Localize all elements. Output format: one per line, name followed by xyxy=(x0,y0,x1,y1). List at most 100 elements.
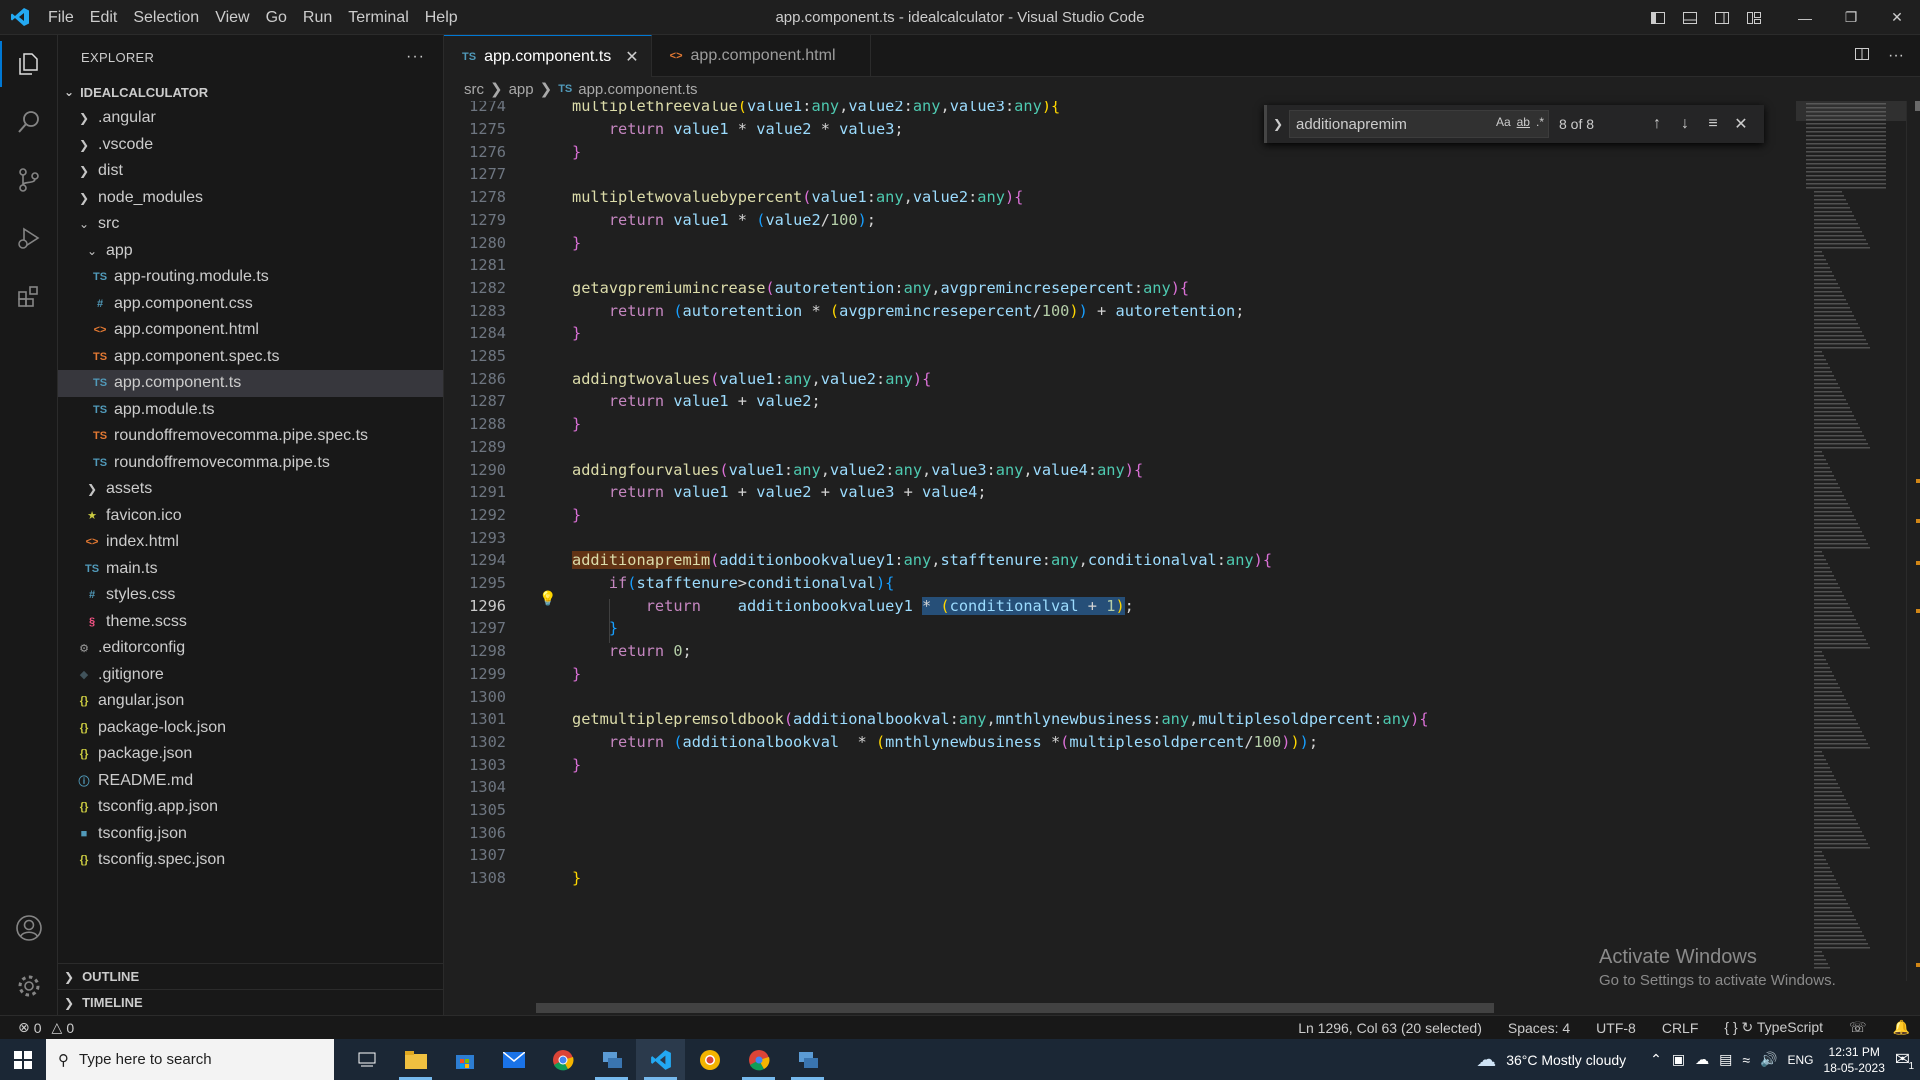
tree-item[interactable]: ❯ .angular xyxy=(58,105,443,132)
breadcrumb-src[interactable]: src xyxy=(464,81,484,98)
windows-start-icon[interactable] xyxy=(0,1039,46,1080)
microsoft-store-icon[interactable] xyxy=(440,1039,489,1080)
tree-item[interactable]: TS app-routing.module.ts xyxy=(58,264,443,291)
close-find-icon[interactable]: ✕ xyxy=(1727,114,1755,134)
find-in-selection-icon[interactable]: ≡ xyxy=(1699,115,1727,133)
tree-item[interactable]: TS app.module.ts xyxy=(58,397,443,424)
tree-item[interactable]: {} tsconfig.app.json xyxy=(58,794,443,821)
tree-item[interactable]: TS main.ts xyxy=(58,556,443,583)
weather-cloud-icon[interactable]: ☁ xyxy=(1476,1047,1496,1072)
horizontal-scrollbar[interactable] xyxy=(536,1003,1494,1013)
tree-item[interactable]: {} package.json xyxy=(58,741,443,768)
tree-item[interactable]: <> index.html xyxy=(58,529,443,556)
minimize-icon[interactable]: — xyxy=(1782,0,1828,35)
tree-item[interactable]: ◆ .gitignore xyxy=(58,662,443,689)
breadcrumb-file[interactable]: app.component.ts xyxy=(578,81,697,98)
split-editor-icon[interactable] xyxy=(1854,46,1870,67)
chrome-icon[interactable] xyxy=(538,1039,587,1080)
menu-selection[interactable]: Selection xyxy=(125,0,207,35)
menu-help[interactable]: Help xyxy=(417,0,466,35)
run-debug-icon[interactable] xyxy=(0,209,58,267)
encoding[interactable]: UTF-8 xyxy=(1596,1020,1636,1036)
use-regex-icon[interactable]: .* xyxy=(1536,115,1544,129)
vertical-scrollbar[interactable] xyxy=(1906,101,1920,985)
manage-gear-icon[interactable] xyxy=(0,957,58,1015)
tree-item[interactable]: {} angular.json xyxy=(58,688,443,715)
notifications-bell-icon[interactable]: 🔔 xyxy=(1893,1019,1910,1036)
display-icon[interactable]: ▤ xyxy=(1719,1051,1732,1068)
cursor-position[interactable]: Ln 1296, Col 63 (20 selected) xyxy=(1298,1020,1482,1036)
chrome-profile-icon[interactable] xyxy=(734,1039,783,1080)
tree-item[interactable]: ⓘ README.md xyxy=(58,768,443,795)
remote-app-2-icon[interactable] xyxy=(783,1039,832,1080)
problems-status[interactable]: ⊗ 0 △ 0 xyxy=(0,1019,74,1036)
previous-match-icon[interactable]: ↑ xyxy=(1643,115,1671,133)
tree-item[interactable]: {} package-lock.json xyxy=(58,715,443,742)
tree-item[interactable]: ⌄ src xyxy=(58,211,443,238)
mail-icon[interactable] xyxy=(489,1039,538,1080)
outline-section[interactable]: ❯ OUTLINE xyxy=(58,963,444,989)
chrome-alt-icon[interactable] xyxy=(685,1039,734,1080)
tree-item[interactable]: # styles.css xyxy=(58,582,443,609)
onedrive-icon[interactable]: ☁ xyxy=(1695,1051,1709,1068)
tab-app-component-ts[interactable]: TS app.component.ts ✕ xyxy=(444,35,652,77)
editor-more-icon[interactable]: ··· xyxy=(1888,47,1904,65)
meet-icon[interactable]: ▣ xyxy=(1672,1051,1685,1068)
tree-item[interactable]: # app.component.css xyxy=(58,291,443,318)
menu-edit[interactable]: Edit xyxy=(82,0,126,35)
match-whole-word-icon[interactable]: ab xyxy=(1517,115,1530,129)
toggle-replace-icon[interactable]: ❯ xyxy=(1267,117,1289,131)
more-actions-icon[interactable]: ··· xyxy=(406,48,425,66)
volume-icon[interactable]: 🔊 xyxy=(1760,1051,1777,1068)
close-window-icon[interactable]: ✕ xyxy=(1874,0,1920,35)
menu-view[interactable]: View xyxy=(207,0,257,35)
tree-item[interactable]: ❯ assets xyxy=(58,476,443,503)
tree-item[interactable]: ■ tsconfig.json xyxy=(58,821,443,848)
toggle-panel-icon[interactable] xyxy=(1674,0,1706,35)
breadcrumb-app[interactable]: app xyxy=(509,81,534,98)
toggle-secondary-sidebar-icon[interactable] xyxy=(1706,0,1738,35)
tree-item[interactable]: <> app.component.html xyxy=(58,317,443,344)
tree-item[interactable]: ❯ node_modules xyxy=(58,185,443,212)
close-tab-icon[interactable]: ✕ xyxy=(625,47,638,67)
tree-item[interactable]: TS app.component.ts xyxy=(58,370,443,397)
tree-item[interactable]: § theme.scss xyxy=(58,609,443,636)
tree-item[interactable]: ★ favicon.ico xyxy=(58,503,443,530)
end-of-line[interactable]: CRLF xyxy=(1662,1020,1699,1036)
tree-item[interactable]: {} tsconfig.spec.json xyxy=(58,847,443,874)
code-editor[interactable]: 💡 1274 multiplethreevalue(value1:any,valu… xyxy=(444,101,1784,991)
tree-item[interactable]: TS roundoffremovecomma.pipe.spec.ts xyxy=(58,423,443,450)
tree-item[interactable]: ⌄ app xyxy=(58,238,443,265)
wifi-icon[interactable]: ≈ xyxy=(1742,1052,1750,1068)
explorer-icon[interactable] xyxy=(0,35,58,93)
file-explorer-icon[interactable] xyxy=(391,1039,440,1080)
taskbar-search-box[interactable]: ⚲ Type here to search xyxy=(46,1039,334,1080)
feedback-icon[interactable]: ☏ xyxy=(1849,1019,1867,1036)
tree-item[interactable]: ⚙ .editorconfig xyxy=(58,635,443,662)
chevron-up-icon[interactable]: ⌃ xyxy=(1650,1051,1662,1068)
extensions-icon[interactable] xyxy=(0,267,58,325)
tree-item[interactable]: ❯ dist xyxy=(58,158,443,185)
find-input[interactable]: additionapremim Aa ab .* xyxy=(1289,110,1549,138)
vscode-taskbar-icon[interactable] xyxy=(636,1039,685,1080)
tree-item[interactable]: TS roundoffremovecomma.pipe.ts xyxy=(58,450,443,477)
tree-item[interactable]: TS app.component.spec.ts xyxy=(58,344,443,371)
workspace-root[interactable]: ⌄ IDEALCALCULATOR xyxy=(58,79,443,105)
language-indicator[interactable]: ENG xyxy=(1788,1053,1814,1067)
accounts-icon[interactable] xyxy=(0,899,58,957)
remote-app-icon[interactable] xyxy=(587,1039,636,1080)
indentation[interactable]: Spaces: 4 xyxy=(1508,1020,1570,1036)
notification-center-icon[interactable]: ✉ 1 xyxy=(1895,1049,1914,1072)
customize-layout-icon[interactable] xyxy=(1738,0,1770,35)
tree-item[interactable]: ❯ .vscode xyxy=(58,132,443,159)
toggle-primary-sidebar-icon[interactable] xyxy=(1642,0,1674,35)
weather-text[interactable]: 36°C Mostly cloudy xyxy=(1506,1052,1626,1068)
match-case-icon[interactable]: Aa xyxy=(1496,115,1511,129)
source-control-icon[interactable] xyxy=(0,151,58,209)
minimap[interactable] xyxy=(1796,101,1906,981)
next-match-icon[interactable]: ↓ xyxy=(1671,115,1699,133)
menu-terminal[interactable]: Terminal xyxy=(340,0,416,35)
timeline-section[interactable]: ❯ TIMELINE xyxy=(58,989,444,1015)
menu-file[interactable]: File xyxy=(40,0,82,35)
language-mode[interactable]: { } ↻ TypeScript xyxy=(1724,1019,1823,1036)
